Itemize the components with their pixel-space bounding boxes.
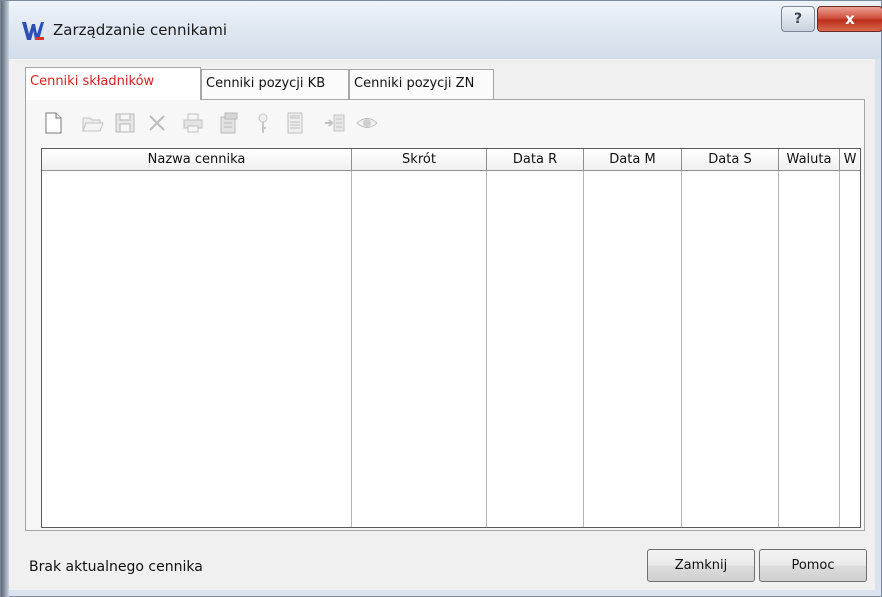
pricelist-grid[interactable]: Nazwa cennika Skrót Data R Data M Data S…: [41, 148, 861, 528]
properties-icon[interactable]: [216, 110, 242, 136]
import-icon[interactable]: [322, 110, 348, 136]
grid-header: Nazwa cennika Skrót Data R Data M Data S…: [42, 149, 860, 171]
tab-cenniki-pozycji-kb[interactable]: Cenniki pozycji KB: [201, 69, 349, 99]
new-document-icon[interactable]: [40, 110, 66, 136]
status-bar: Brak aktualnego cennika Zamknij Pomoc: [9, 543, 875, 590]
column-divider: [839, 171, 840, 527]
print-icon[interactable]: [180, 110, 206, 136]
toolbar: [40, 108, 540, 138]
column-divider: [583, 171, 584, 527]
window-left-frame: [1, 1, 9, 597]
column-divider: [486, 171, 487, 527]
column-divider: [778, 171, 779, 527]
dialog-body: Cenniki składników Cenniki pozycji KB Ce…: [9, 59, 875, 590]
column-header-w[interactable]: W: [840, 149, 860, 170]
column-header-skrot[interactable]: Skrót: [352, 149, 487, 170]
close-button[interactable]: Zamknij: [647, 549, 755, 582]
column-header-data-r[interactable]: Data R: [487, 149, 584, 170]
delete-icon[interactable]: [144, 110, 170, 136]
calculator-icon[interactable]: [282, 110, 308, 136]
dialog-window: Zarządzanie cennikami ? x Cenniki składn…: [0, 0, 882, 597]
title-bar[interactable]: Zarządzanie cennikami ? x: [9, 1, 882, 59]
window-title: Zarządzanie cennikami: [53, 21, 228, 39]
preview-eye-icon[interactable]: [354, 110, 380, 136]
column-divider: [681, 171, 682, 527]
tab-cenniki-pozycji-zn[interactable]: Cenniki pozycji ZN: [349, 69, 494, 99]
help-title-button[interactable]: ?: [781, 6, 815, 32]
status-text: Brak aktualnego cennika: [29, 559, 203, 575]
app-logo-icon: [21, 19, 45, 43]
help-button[interactable]: Pomoc: [759, 549, 867, 582]
key-icon[interactable]: [250, 110, 276, 136]
tab-panel: Nazwa cennika Skrót Data R Data M Data S…: [25, 99, 865, 531]
save-icon[interactable]: [112, 110, 138, 136]
column-divider: [351, 171, 352, 527]
column-header-nazwa-cennika[interactable]: Nazwa cennika: [42, 149, 352, 170]
close-title-button[interactable]: x: [817, 6, 882, 32]
column-header-waluta[interactable]: Waluta: [779, 149, 840, 170]
column-header-data-s[interactable]: Data S: [682, 149, 779, 170]
open-folder-icon[interactable]: [80, 110, 106, 136]
column-header-data-m[interactable]: Data M: [584, 149, 682, 170]
tab-cenniki-skladnikow[interactable]: Cenniki składników: [25, 67, 201, 100]
